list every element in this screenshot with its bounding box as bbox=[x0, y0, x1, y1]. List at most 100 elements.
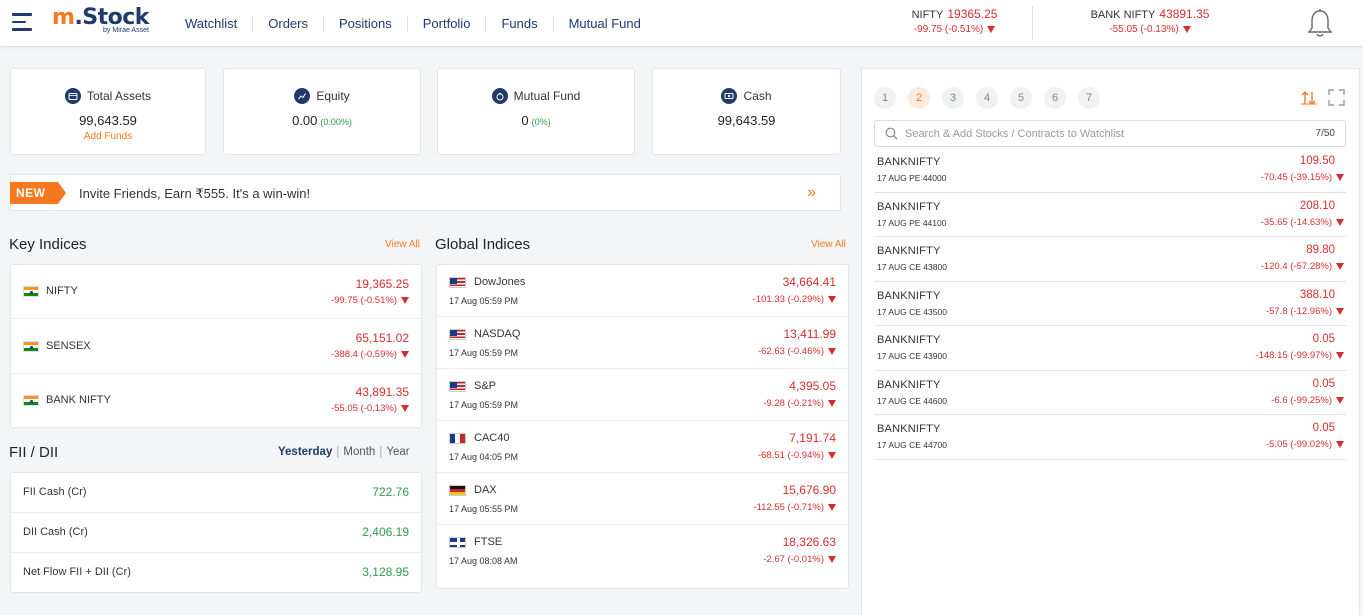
global-index-row[interactable]: DowJones 17 Aug 05:59 PM 34,664.41 -101.… bbox=[437, 265, 848, 317]
cash-card[interactable]: Cash 99,643.59 bbox=[652, 68, 841, 155]
main-nav: Watchlist Orders Positions Portfolio Fun… bbox=[170, 16, 656, 32]
banner-text: Invite Friends, Earn ₹555. It's a win-wi… bbox=[79, 186, 311, 201]
us-flag-icon bbox=[449, 380, 466, 392]
down-arrow-icon bbox=[1336, 441, 1344, 448]
nav-mutual-fund[interactable]: Mutual Fund bbox=[554, 16, 656, 32]
down-arrow-icon bbox=[1336, 174, 1344, 181]
menu-icon[interactable] bbox=[12, 13, 32, 31]
us-flag-icon bbox=[449, 276, 466, 288]
top-bar: m.Stock by Mirae Asset Watchlist Orders … bbox=[0, 0, 1363, 47]
nav-watchlist[interactable]: Watchlist bbox=[170, 16, 254, 32]
watchlist-item[interactable]: BANKNIFTY 17 AUG CE 43900 0.05 -148.15 (… bbox=[874, 326, 1346, 371]
watchlist-item[interactable]: BANKNIFTY 17 AUG CE 44700 0.05 -5.05 (-9… bbox=[874, 415, 1346, 460]
global-indices-view-all[interactable]: View All bbox=[811, 239, 846, 250]
money-bag-icon bbox=[491, 88, 508, 104]
cash-icon bbox=[721, 88, 738, 104]
tab-month[interactable]: Month bbox=[343, 446, 375, 458]
double-chevron-right-icon[interactable]: » bbox=[807, 184, 816, 202]
watchlist-tab-7[interactable]: 7 bbox=[1078, 87, 1100, 109]
watchlist-tab-3[interactable]: 3 bbox=[942, 87, 964, 109]
key-index-row-sensex[interactable]: SENSEX 65,151.02 -388.4 (-0.59%) bbox=[11, 319, 421, 374]
add-funds-link[interactable]: Add Funds bbox=[11, 131, 205, 142]
watchlist-item[interactable]: BANKNIFTY 17 AUG CE 43800 89.80 -120.4 (… bbox=[874, 237, 1346, 282]
india-flag-icon bbox=[23, 340, 39, 352]
ticker-bank-nifty[interactable]: BANK NIFTY 43891.35 -55.05 (-0.13%) bbox=[1085, 7, 1215, 35]
global-index-row[interactable]: DAX 17 Aug 05:55 PM 15,676.90 -112.55 (-… bbox=[437, 473, 848, 525]
fii-row: DII Cash (Cr) 2,406.19 bbox=[11, 513, 421, 553]
equity-card[interactable]: Equity 0.00 (0.00%) bbox=[223, 68, 421, 155]
global-index-row[interactable]: S&P 17 Aug 05:59 PM 4,395.05 -9.28 (-0.2… bbox=[437, 369, 848, 421]
nav-funds[interactable]: Funds bbox=[486, 16, 554, 32]
down-arrow-icon bbox=[1336, 352, 1344, 359]
key-indices-view-all[interactable]: View All bbox=[385, 239, 420, 250]
down-arrow-icon bbox=[1182, 26, 1191, 33]
watchlist-tab-5[interactable]: 5 bbox=[1010, 87, 1032, 109]
tab-yesterday[interactable]: Yesterday bbox=[278, 446, 332, 458]
new-badge: NEW bbox=[10, 182, 66, 204]
sort-icon[interactable] bbox=[1301, 91, 1317, 105]
india-flag-icon bbox=[23, 285, 39, 297]
ticker-nifty[interactable]: NIFTY 19365.25 -99.75 (-0.51%) bbox=[907, 7, 1002, 35]
india-flag-icon bbox=[23, 394, 39, 406]
key-indices-card: NIFTY 19,365.25 -99.75 (-0.51%) SENSEX 6… bbox=[10, 264, 422, 428]
total-assets-card: Total Assets 99,643.59 Add Funds bbox=[10, 68, 206, 155]
chart-icon bbox=[294, 88, 311, 104]
fii-row: FII Cash (Cr) 722.76 bbox=[11, 473, 421, 513]
global-index-row[interactable]: FTSE 17 Aug 08:08 AM 18,326.63 -2.67 (-0… bbox=[437, 525, 848, 577]
watchlist-tab-2[interactable]: 2 bbox=[908, 87, 930, 109]
down-arrow-icon bbox=[828, 348, 836, 355]
down-arrow-icon bbox=[401, 297, 409, 304]
mutual-fund-card[interactable]: Mutual Fund 0 (0%) bbox=[437, 68, 635, 155]
fii-dii-period-tabs: Yesterday | Month | Year bbox=[278, 446, 410, 458]
watchlist-item[interactable]: BANKNIFTY 17 AUG PE 44000 109.50 -70.45 … bbox=[874, 148, 1346, 193]
tab-year[interactable]: Year bbox=[386, 446, 409, 458]
search-input[interactable] bbox=[905, 121, 1285, 146]
global-indices-card: DowJones 17 Aug 05:59 PM 34,664.41 -101.… bbox=[436, 264, 849, 589]
expand-icon[interactable] bbox=[1328, 89, 1345, 106]
global-index-row[interactable]: CAC40 17 Aug 04:05 PM 7,191.74 -68.51 (-… bbox=[437, 421, 848, 473]
down-arrow-icon bbox=[401, 351, 409, 358]
watchlist-panel: 1 2 3 4 5 6 7 7/50 BANKNIFTY 17 AUG PE 4… bbox=[861, 68, 1360, 615]
down-arrow-icon bbox=[401, 405, 409, 412]
down-arrow-icon bbox=[828, 556, 836, 563]
us-flag-icon bbox=[449, 328, 466, 340]
key-index-row-nifty[interactable]: NIFTY 19,365.25 -99.75 (-0.51%) bbox=[11, 265, 421, 319]
mstock-logo[interactable]: m.Stock by Mirae Asset bbox=[52, 6, 149, 35]
watchlist-item[interactable]: BANKNIFTY 17 AUG PE 44100 208.10 -35.65 … bbox=[874, 193, 1346, 237]
uk-flag-icon bbox=[449, 536, 466, 548]
invite-banner[interactable]: NEW Invite Friends, Earn ₹555. It's a wi… bbox=[10, 174, 841, 211]
divider bbox=[1032, 6, 1033, 40]
down-arrow-icon bbox=[1336, 307, 1344, 315]
watchlist-tab-6[interactable]: 6 bbox=[1044, 87, 1066, 109]
france-flag-icon bbox=[449, 432, 466, 444]
down-arrow-icon bbox=[987, 26, 996, 33]
down-arrow-icon bbox=[828, 400, 836, 407]
key-indices-title: Key Indices bbox=[9, 236, 87, 253]
down-arrow-icon bbox=[828, 452, 836, 459]
watchlist-item[interactable]: BANKNIFTY 17 AUG CE 43500 388.10 -57.8 (… bbox=[874, 282, 1346, 326]
down-arrow-icon bbox=[1336, 263, 1344, 270]
germany-flag-icon bbox=[449, 484, 466, 496]
search-icon bbox=[885, 127, 898, 140]
global-index-row[interactable]: NASDAQ 17 Aug 05:59 PM 13,411.99 -62.63 … bbox=[437, 317, 848, 369]
watchlist-tab-4[interactable]: 4 bbox=[976, 87, 998, 109]
global-indices-title: Global Indices bbox=[435, 236, 531, 253]
nav-orders[interactable]: Orders bbox=[253, 16, 324, 32]
nav-portfolio[interactable]: Portfolio bbox=[408, 16, 487, 32]
down-arrow-icon bbox=[1336, 396, 1344, 404]
fii-dii-card: FII Cash (Cr) 722.76 DII Cash (Cr) 2,406… bbox=[10, 472, 422, 593]
down-arrow-icon bbox=[1336, 218, 1344, 226]
watchlist-item[interactable]: BANKNIFTY 17 AUG CE 44600 0.05 -6.6 (-99… bbox=[874, 371, 1346, 415]
fii-dii-title: FII / DII bbox=[9, 444, 59, 461]
key-index-row-bank-nifty[interactable]: BANK NIFTY 43,891.35 -55.05 (-0.13%) bbox=[11, 374, 421, 428]
watchlist-tab-1[interactable]: 1 bbox=[874, 87, 896, 109]
wallet-icon bbox=[64, 88, 81, 104]
watchlist-count: 7/50 bbox=[1315, 128, 1335, 139]
nav-positions[interactable]: Positions bbox=[324, 16, 408, 32]
down-arrow-icon bbox=[828, 504, 836, 511]
bell-icon[interactable] bbox=[1306, 8, 1334, 38]
down-arrow-icon bbox=[828, 296, 836, 303]
watchlist-tabs: 1 2 3 4 5 6 7 bbox=[874, 87, 1112, 109]
watchlist-search: 7/50 bbox=[874, 120, 1346, 147]
fii-row: Net Flow FII + DII (Cr) 3,128.95 bbox=[23, 565, 409, 579]
